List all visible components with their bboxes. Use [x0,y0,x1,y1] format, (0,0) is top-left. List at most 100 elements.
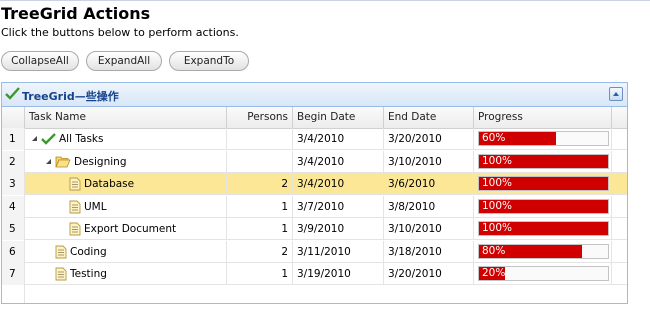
progress-cell: 80% [474,240,612,263]
file-icon [55,245,67,259]
begin-date-cell: 3/4/2010 [293,173,384,195]
progress-bar: 60% [478,131,609,146]
row-number-header [2,107,25,128]
task-name-cell[interactable]: Testing [25,263,227,285]
treegrid-panel: TreeGrid—些操作 Task Name Persons Begin Dat… [1,82,628,304]
task-name-cell[interactable]: Database [25,173,227,195]
row-number: 1 [2,128,25,150]
progress-bar: 100% [478,153,609,169]
end-date-cell: 3/20/2010 [384,263,474,285]
panel-header: TreeGrid—些操作 [2,83,627,107]
progress-cell: 20% [474,263,612,285]
progress-cell: 60% [474,128,612,150]
progress-label: 100% [482,177,513,189]
persons-cell: 2 [227,173,293,195]
row-number: 5 [2,218,25,240]
row-number: 7 [2,263,25,285]
page-subtitle: Click the buttons below to perform actio… [1,26,239,39]
row-number: 6 [2,240,25,263]
row-filler [612,196,627,218]
end-date-cell: 3/20/2010 [384,128,474,150]
task-name-cell[interactable]: Export Document [25,218,227,240]
progress-label: 80% [482,244,506,257]
file-icon [69,177,81,191]
file-icon [69,222,81,236]
row-number-column-divider [24,128,25,303]
begin-date-cell: 3/11/2010 [293,240,384,263]
page-title: TreeGrid Actions [1,4,151,23]
end-date-cell: 3/6/2010 [384,173,474,195]
row-filler [612,218,627,240]
table-row[interactable]: 5 Export Document 1 3/9/2010 3/10/2010 100% [2,218,627,240]
column-header-end-date[interactable]: End Date [384,107,474,128]
persons-cell: 1 [227,218,293,240]
column-header-task-name[interactable]: Task Name [25,107,227,128]
persons-cell [227,128,293,150]
row-filler [612,151,627,173]
table-row[interactable]: 4 UML 1 3/7/2010 3/8/2010 100% [2,195,627,218]
persons-cell: 2 [227,240,293,263]
top-divider [0,0,650,1]
task-name-cell[interactable]: Designing [25,150,227,173]
task-name: Coding [70,245,107,258]
progress-bar: 100% [478,176,609,191]
task-name-cell[interactable]: Coding [25,240,227,263]
task-name: Testing [70,268,107,280]
progress-bar: 100% [478,221,609,236]
expand-all-button[interactable]: ExpandAll [86,51,162,71]
row-filler [612,128,627,150]
end-date-cell: 3/18/2010 [384,240,474,263]
task-name-cell[interactable]: All Tasks [25,128,227,150]
progress-cell: 100% [474,195,612,218]
begin-date-cell: 3/4/2010 [293,128,384,150]
end-date-cell: 3/10/2010 [384,150,474,173]
tree-expander-icon[interactable] [31,128,41,150]
check-icon [5,86,20,105]
end-date-cell: 3/8/2010 [384,195,474,218]
task-name: Designing [74,155,127,168]
begin-date-cell: 3/19/2010 [293,263,384,285]
header-filler [612,107,627,128]
task-name-cell[interactable]: UML [25,195,227,218]
column-header-progress[interactable]: Progress [474,107,612,128]
tree-expander-icon[interactable] [45,151,55,173]
check-icon [41,132,56,146]
task-name: Database [84,178,135,190]
table-row[interactable]: 6 Coding 2 3/11/2010 3/18/2010 80% [2,240,627,263]
chevron-up-icon [613,92,619,96]
progress-cell: 100% [474,173,612,195]
task-name: UML [84,200,107,213]
begin-date-cell: 3/9/2010 [293,218,384,240]
progress-label: 60% [482,132,506,144]
persons-cell: 1 [227,263,293,285]
progress-bar: 20% [478,266,609,281]
begin-date-cell: 3/4/2010 [293,150,384,173]
end-date-cell: 3/10/2010 [384,218,474,240]
row-filler [612,241,627,263]
progress-label: 20% [482,267,506,279]
progress-cell: 100% [474,218,612,240]
expand-to-button[interactable]: ExpandTo [169,51,249,71]
table-row[interactable]: 2 Designing 3/4/2010 3/10/2010 100% [2,150,627,173]
folder-open-icon [55,155,71,168]
panel-title: TreeGrid—些操作 [22,90,119,103]
progress-label: 100% [482,154,513,167]
collapse-all-button[interactable]: CollapseAll [1,51,79,71]
file-icon [69,200,81,214]
table-row[interactable]: 7 Testing 1 3/19/2010 3/20/2010 20% [2,263,627,285]
row-number: 3 [2,173,25,195]
task-name: All Tasks [59,133,104,145]
table-row[interactable]: 3 Database 2 3/4/2010 3/6/2010 100% [2,173,627,195]
row-number: 4 [2,195,25,218]
progress-bar: 100% [478,198,609,214]
progress-label: 100% [482,199,513,212]
progress-bar: 80% [478,243,609,259]
panel-collapse-button[interactable] [609,87,623,101]
column-header-persons[interactable]: Persons [227,107,293,128]
table-row[interactable]: 1 All Tasks 3/4/2010 3/20/2010 60% [2,128,627,150]
column-header-begin-date[interactable]: Begin Date [293,107,384,128]
task-name: Export Document [84,223,177,235]
grid-header: Task Name Persons Begin Date End Date Pr… [2,107,627,129]
row-filler [612,173,627,195]
file-icon [55,267,67,281]
